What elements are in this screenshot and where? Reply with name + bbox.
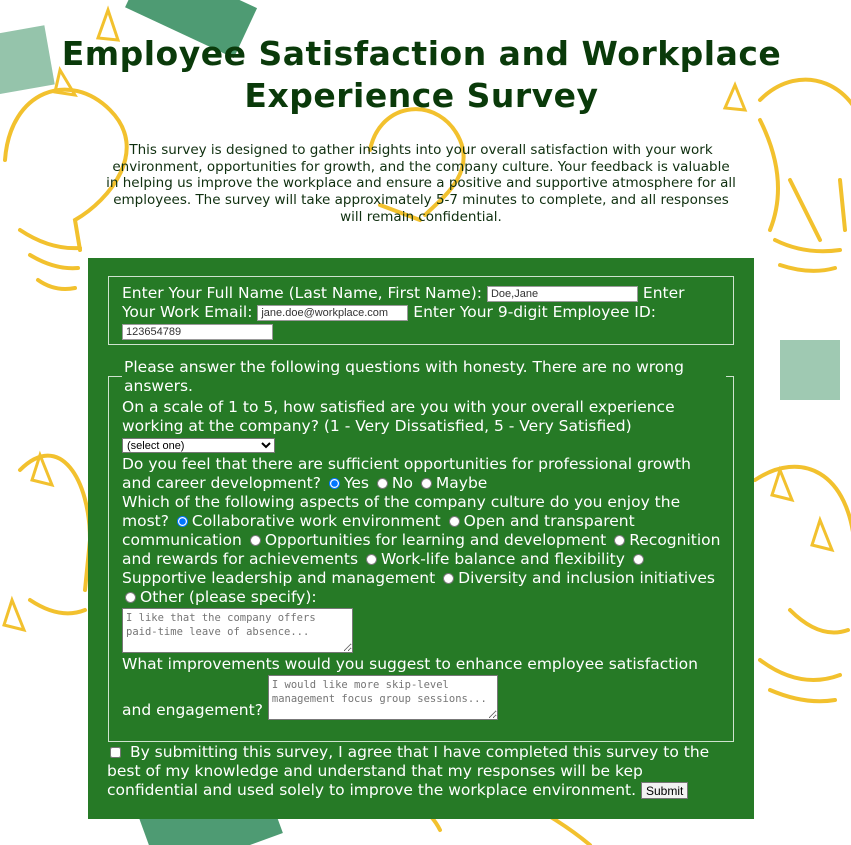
- radio-diversity-label: Diversity and inclusion initiatives: [458, 569, 715, 587]
- questions-fieldset: Please answer the following questions wi…: [108, 358, 734, 742]
- radio-no[interactable]: [376, 478, 388, 489]
- questions-legend: Please answer the following questions wi…: [122, 358, 726, 396]
- radio-learning-label: Opportunities for learning and developme…: [264, 531, 607, 549]
- radio-collaborative[interactable]: [176, 516, 188, 527]
- employee-id-label: Enter Your 9-digit Employee ID:: [413, 303, 657, 321]
- agreement-checkbox[interactable]: [110, 747, 121, 758]
- q1-label: On a scale of 1 to 5, how satisfied are …: [122, 398, 675, 435]
- radio-learning[interactable]: [249, 535, 261, 546]
- name-label: Enter Your Full Name (Last Name, First N…: [122, 284, 483, 302]
- satisfaction-select[interactable]: (select one): [122, 438, 275, 453]
- radio-yes-label: Yes: [343, 474, 369, 492]
- submit-button[interactable]: Submit: [640, 782, 689, 799]
- employee-id-input[interactable]: [122, 323, 273, 340]
- radio-other-label: Other (please specify):: [140, 588, 317, 606]
- radio-communication[interactable]: [448, 516, 460, 527]
- identity-fieldset: Enter Your Full Name (Last Name, First N…: [108, 276, 734, 345]
- radio-recognition[interactable]: [614, 535, 626, 546]
- email-input[interactable]: [257, 304, 409, 321]
- improvements-textarea[interactable]: [267, 675, 498, 720]
- radio-yes[interactable]: [328, 478, 340, 489]
- other-textarea[interactable]: [122, 608, 353, 653]
- q2-block: Do you feel that there are sufficient op…: [122, 455, 721, 493]
- radio-diversity[interactable]: [443, 573, 455, 584]
- radio-leadership[interactable]: [632, 554, 644, 565]
- q4-block: What improvements would you suggest to e…: [122, 655, 721, 720]
- agreement-text: By submitting this survey, I agree that …: [107, 743, 710, 799]
- intro-text: This survey is designed to gather insigh…: [106, 142, 736, 225]
- radio-work-life-label: Work-life balance and flexibility: [380, 550, 625, 568]
- radio-work-life[interactable]: [365, 554, 377, 565]
- radio-other[interactable]: [125, 592, 136, 603]
- name-input[interactable]: [486, 285, 638, 302]
- survey-form: Enter Your Full Name (Last Name, First N…: [88, 258, 754, 819]
- page-title: Employee Satisfaction and Workplace Expe…: [61, 34, 782, 115]
- radio-maybe-label: Maybe: [435, 474, 488, 492]
- q3-block: Which of the following aspects of the co…: [122, 493, 721, 653]
- radio-no-label: No: [391, 474, 413, 492]
- radio-collaborative-label: Collaborative work environment: [191, 512, 441, 530]
- radio-leadership-label: Supportive leadership and management: [122, 569, 436, 587]
- radio-maybe[interactable]: [420, 478, 432, 489]
- agreement-block: By submitting this survey, I agree that …: [107, 743, 732, 800]
